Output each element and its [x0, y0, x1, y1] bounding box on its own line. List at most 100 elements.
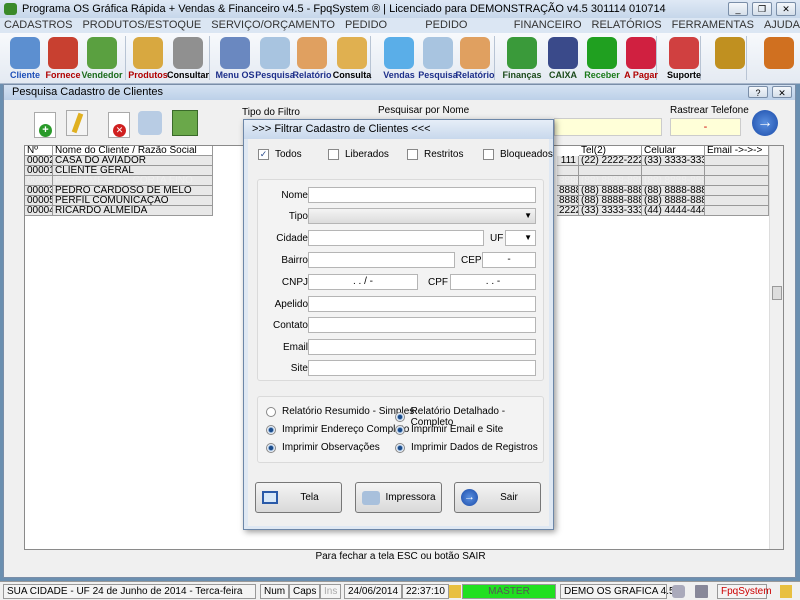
bairro-input[interactable] [308, 252, 455, 268]
search-name-label: Pesquisar por Nome [378, 105, 470, 116]
radio-label: Imprimir Endereço Completo [282, 424, 410, 435]
toolbar-button-exitdooricon[interactable] [757, 35, 800, 83]
cep-input[interactable]: - [482, 252, 536, 268]
checkbox-icon[interactable] [407, 149, 418, 160]
radio-icon[interactable] [266, 406, 276, 417]
menu-bar: CADASTROS PRODUTOS/ESTOQUE SERVIÇO/ORÇAMEN… [0, 18, 800, 46]
site-input[interactable] [308, 360, 536, 376]
toolbar-button-relatrio[interactable]: Relatório [290, 35, 334, 83]
menu-ajuda[interactable]: AJUDA [764, 18, 800, 33]
radio-icon[interactable] [395, 442, 405, 453]
col-header-tel2[interactable]: Tel(2) [579, 146, 642, 156]
help-button[interactable]: ? [748, 86, 768, 98]
col-header-email[interactable]: Email ->->-> [705, 146, 769, 156]
tela-button[interactable]: Tela [255, 482, 342, 513]
cpf-input[interactable]: . . - [450, 274, 536, 290]
printer-icon [297, 37, 327, 69]
toolbar-label: Vendas [383, 70, 415, 80]
impressora-button[interactable]: Impressora [355, 482, 442, 513]
phone-input[interactable]: - [670, 118, 741, 136]
toolbar-button-vendas[interactable]: Vendas [377, 35, 421, 83]
filter-checkbox-todos[interactable]: ✓ Todos [258, 149, 302, 160]
scrollbar-thumb[interactable] [772, 286, 782, 300]
report-icon[interactable] [172, 110, 198, 136]
toolbar-button-coinicon[interactable] [708, 35, 752, 83]
apelido-input[interactable] [308, 296, 536, 312]
print-icon[interactable] [138, 111, 162, 135]
tipo-select[interactable]: ▼ [308, 208, 536, 224]
radio-icon[interactable] [395, 412, 405, 422]
report-option-radio[interactable]: Imprimir Observações [266, 442, 380, 453]
go-arrow-icon[interactable]: → [752, 110, 778, 136]
toolbar-label: Vendedor [81, 70, 123, 80]
site-label: Site [290, 363, 308, 374]
menu-cadastros[interactable]: CADASTROS [4, 18, 72, 33]
menu-financeiro[interactable]: FINANCEIRO [514, 18, 582, 33]
contato-label: Contato [272, 320, 308, 331]
search-name-input[interactable] [554, 118, 662, 136]
email-input[interactable] [308, 339, 536, 355]
toolbar-button-vendedor[interactable]: Vendedor [80, 35, 124, 83]
toolbar-button-consultar[interactable]: Consultar [166, 35, 210, 83]
cpf-label: CPF [428, 277, 448, 288]
radio-icon[interactable] [266, 442, 276, 453]
menu-servi-o-or-amento[interactable]: SERVIÇO/ORÇAMENTO [211, 18, 335, 33]
toolbar-button-apagar[interactable]: A Pagar [619, 35, 663, 83]
add-client-icon[interactable]: + [34, 112, 56, 138]
network-icon[interactable] [695, 585, 708, 598]
filter-checkbox-restritos[interactable]: Restritos [407, 149, 463, 160]
col-header-celular[interactable]: Celular [642, 146, 705, 156]
col-header-number[interactable]: Nº [25, 146, 53, 156]
menu-ferramentas[interactable]: FERRAMENTAS [672, 18, 754, 33]
col-header-name[interactable]: Nome do Cliente / Razão Social [53, 146, 213, 156]
filter-checkbox-liberados[interactable]: Liberados [328, 149, 389, 160]
grid-vertical-scrollbar[interactable] [769, 146, 783, 549]
radio-icon[interactable] [395, 424, 405, 435]
toolbar-button-consulta[interactable]: Consulta [330, 35, 374, 83]
menu-relat-rios[interactable]: RELATÓRIOS [592, 18, 662, 33]
menu-pedido-compras[interactable]: PEDIDO COMPRAS [425, 18, 503, 46]
filter-checkbox-bloqueados[interactable]: Bloqueados [483, 149, 553, 160]
cidade-input[interactable] [308, 230, 484, 246]
report-option-radio[interactable]: Imprimir Dados de Registros [395, 442, 538, 453]
checkbox-label: Todos [275, 149, 302, 160]
edit-client-icon[interactable] [66, 110, 88, 136]
nome-input[interactable] [308, 187, 536, 203]
report-option-radio[interactable]: Relatório Resumido - Simples [266, 406, 414, 417]
checkbox-icon[interactable] [328, 149, 339, 160]
menu-produtos-estoque[interactable]: PRODUTOS/ESTOQUE [82, 18, 201, 33]
uf-select[interactable]: ▼ [505, 230, 536, 246]
contato-input[interactable] [308, 317, 536, 333]
filter-dialog: >>> Filtrar Cadastro de Clientes <<< ✓ To… [243, 119, 554, 530]
toolbar-button-produtos[interactable]: Produtos [126, 35, 170, 83]
checkbox-icon[interactable]: ✓ [258, 149, 269, 160]
radio-icon[interactable] [266, 424, 276, 435]
report-option-radio[interactable]: Imprimir Endereço Completo [266, 424, 409, 435]
report-option-radio[interactable]: Imprimir Email e Site [395, 424, 503, 435]
search-doc-icon [423, 37, 453, 69]
toolbar-button-suporte[interactable]: Suporte [662, 35, 706, 83]
delete-client-icon[interactable]: ✕ [108, 112, 130, 138]
printer-status-icon[interactable] [672, 585, 685, 598]
toolbar-button-relatrio[interactable]: Relatório [453, 35, 497, 83]
minimize-button[interactable]: _ [728, 2, 748, 16]
toolbar-button-menuos[interactable]: Menu OS [213, 35, 257, 83]
users-icon[interactable] [780, 585, 792, 598]
finance-chart-icon [507, 37, 537, 69]
menu-pedido-vendas[interactable]: PEDIDO VENDAS [345, 18, 415, 46]
cell-email [705, 176, 769, 186]
cell-name: PEDRO CARDOSO DE MELO [53, 186, 213, 196]
toolbar-button-fornece[interactable]: Fornece [41, 35, 85, 83]
child-close-button[interactable]: ✕ [772, 86, 792, 98]
toolbar-label: Suporte [666, 70, 701, 80]
toolbar-button-caixa[interactable]: CAIXA [541, 35, 585, 83]
toolbar-button-finanas[interactable]: Finanças [500, 35, 544, 83]
cell-email [705, 166, 769, 176]
toolbar-button-receber[interactable]: Receber [580, 35, 624, 83]
apelido-label: Apelido [274, 299, 308, 310]
cnpj-input[interactable]: . . / - [308, 274, 418, 290]
close-button[interactable]: ✕ [776, 2, 796, 16]
maximize-button[interactable]: ❐ [752, 2, 772, 16]
sair-button[interactable]: → Sair [454, 482, 541, 513]
checkbox-icon[interactable] [483, 149, 494, 160]
